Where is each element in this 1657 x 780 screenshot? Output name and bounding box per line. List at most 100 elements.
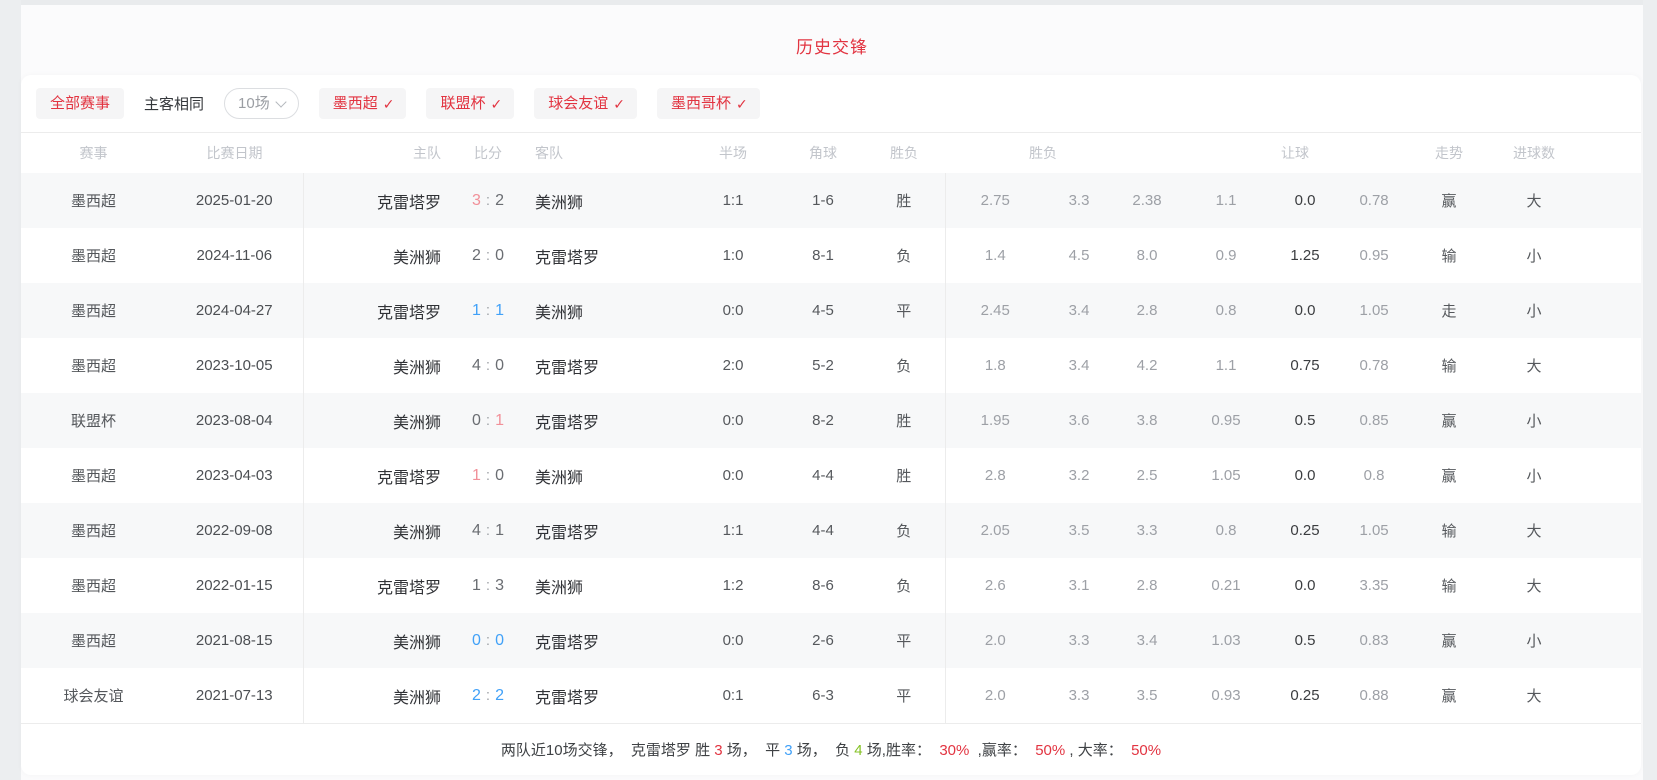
- cell-spacer: [1579, 613, 1641, 668]
- cell-odds-2: 8.0: [1113, 228, 1181, 283]
- cell-corners: 8-1: [783, 228, 863, 283]
- cell-handicap-0: 0.93: [1181, 668, 1271, 723]
- cell-corners: 4-5: [783, 283, 863, 338]
- cell-handicap-0: 0.95: [1181, 393, 1271, 448]
- cell-halftime: 1:1: [683, 173, 783, 228]
- cell-handicap-0: 1.05: [1181, 448, 1271, 503]
- cell-league: 墨西超: [21, 558, 166, 613]
- cell-date: 2023-10-05: [166, 338, 303, 393]
- summary-text: 两队近10场交锋， 克雷塔罗 胜 3 场， 平 3 场， 负 4 场,胜率： 3…: [501, 739, 1161, 760]
- col-header-spacer: [1579, 133, 1641, 173]
- cell-trend: 赢: [1409, 613, 1489, 668]
- away-score: 2: [495, 687, 504, 704]
- cell-date: 2023-04-03: [166, 448, 303, 503]
- cell-spacer: [1579, 283, 1641, 338]
- cell-league: 球会友谊: [21, 668, 166, 723]
- cell-home-team: 克雷塔罗: [303, 283, 453, 338]
- cell-away-team: 克雷塔罗: [523, 338, 683, 393]
- cell-odds-2: 2.5: [1113, 448, 1181, 503]
- cell-home-team: 美洲狮: [303, 503, 453, 558]
- cell-spacer: [1579, 503, 1641, 558]
- cell-halftime: 0:0: [683, 448, 783, 503]
- cell-odds-0: 2.6: [945, 558, 1045, 613]
- away-score: 3: [495, 577, 504, 594]
- cell-odds-1: 3.3: [1045, 613, 1113, 668]
- match-count-value: 10场: [238, 96, 270, 111]
- cell-goals: 大: [1489, 338, 1579, 393]
- cell-handicap-2: 0.85: [1339, 393, 1409, 448]
- cell-odds-1: 3.6: [1045, 393, 1113, 448]
- cell-away-team: 美洲狮: [523, 558, 683, 613]
- page-title: 历史交锋: [21, 5, 1643, 75]
- summary-bar: 两队近10场交锋， 克雷塔罗 胜 3 场， 平 3 场， 负 4 场,胜率： 3…: [21, 723, 1641, 775]
- summary-segment: 30%: [939, 742, 969, 759]
- cell-score: 4:1: [453, 503, 523, 558]
- cell-handicap-1: 0.0: [1271, 173, 1339, 228]
- cell-score: 2:2: [453, 668, 523, 723]
- cell-trend: 输: [1409, 338, 1489, 393]
- cell-trend: 输: [1409, 558, 1489, 613]
- check-icon: ✓: [490, 97, 502, 111]
- cell-date: 2024-11-06: [166, 228, 303, 283]
- cell-date: 2023-08-04: [166, 393, 303, 448]
- cell-goals: 小: [1489, 448, 1579, 503]
- league-filter-button[interactable]: 墨西超✓: [319, 88, 407, 119]
- cell-league: 墨西超: [21, 503, 166, 558]
- cell-odds-1: 3.5: [1045, 503, 1113, 558]
- cell-spacer: [1579, 393, 1641, 448]
- summary-segment: 3: [714, 742, 722, 759]
- cell-handicap-0: 1.1: [1181, 173, 1271, 228]
- cell-home-team: 美洲狮: [303, 393, 453, 448]
- cell-spacer: [1579, 338, 1641, 393]
- match-row: 球会友谊2021-07-13美洲狮2:2克雷塔罗0:16-3平2.03.33.5…: [21, 668, 1641, 723]
- cell-odds-1: 3.4: [1045, 338, 1113, 393]
- league-filters: 墨西超✓联盟杯✓球会友谊✓墨西哥杯✓: [319, 88, 760, 119]
- cell-home-team: 克雷塔罗: [303, 448, 453, 503]
- chevron-down-icon: [275, 96, 286, 107]
- cell-handicap-1: 0.0: [1271, 283, 1339, 338]
- cell-home-team: 美洲狮: [303, 338, 453, 393]
- summary-segment: , 大率：: [1065, 742, 1131, 759]
- home-score: 0: [472, 412, 481, 429]
- cell-odds-2: 3.3: [1113, 503, 1181, 558]
- all-events-button[interactable]: 全部赛事: [36, 88, 124, 119]
- cell-result: 胜: [863, 448, 945, 503]
- cell-odds-1: 3.2: [1045, 448, 1113, 503]
- cell-corners: 4-4: [783, 448, 863, 503]
- cell-trend: 赢: [1409, 668, 1489, 723]
- score-colon: :: [486, 687, 490, 704]
- match-count-select[interactable]: 10场: [224, 88, 299, 119]
- cell-home-team: 克雷塔罗: [303, 173, 453, 228]
- cell-goals: 大: [1489, 173, 1579, 228]
- score-colon: :: [486, 467, 490, 484]
- match-row: 墨西超2023-10-05美洲狮4:0克雷塔罗2:05-2负1.83.44.21…: [21, 338, 1641, 393]
- away-score: 1: [495, 412, 504, 429]
- cell-league: 墨西超: [21, 448, 166, 503]
- table-header-row: 赛事 比赛日期 主队 比分 客队 半场 角球 胜负 胜负 让球 走势 进球数: [21, 133, 1641, 173]
- cell-result: 平: [863, 283, 945, 338]
- cell-corners: 8-6: [783, 558, 863, 613]
- cell-handicap-1: 0.5: [1271, 613, 1339, 668]
- summary-segment: 50%: [1131, 742, 1161, 759]
- score-colon: :: [486, 192, 490, 209]
- match-row: 联盟杯2023-08-04美洲狮0:1克雷塔罗0:08-2胜1.953.63.8…: [21, 393, 1641, 448]
- summary-segment: 4: [854, 742, 862, 759]
- league-filter-label: 球会友谊: [548, 96, 608, 111]
- league-filter-button[interactable]: 球会友谊✓: [534, 88, 637, 119]
- cell-score: 1:0: [453, 448, 523, 503]
- cell-trend: 赢: [1409, 393, 1489, 448]
- cell-handicap-0: 0.9: [1181, 228, 1271, 283]
- cell-corners: 4-4: [783, 503, 863, 558]
- cell-score: 1:1: [453, 283, 523, 338]
- cell-handicap-0: 1.1: [1181, 338, 1271, 393]
- col-header-handicap-group: 让球: [1181, 133, 1409, 173]
- league-filter-button[interactable]: 墨西哥杯✓: [657, 88, 760, 119]
- cell-handicap-1: 0.25: [1271, 503, 1339, 558]
- summary-segment: 场,胜率：: [863, 742, 940, 759]
- league-filter-button[interactable]: 联盟杯✓: [426, 88, 514, 119]
- summary-segment: ,赢率：: [969, 742, 1035, 759]
- cell-handicap-1: 1.25: [1271, 228, 1339, 283]
- cell-odds-2: 2.38: [1113, 173, 1181, 228]
- cell-goals: 小: [1489, 228, 1579, 283]
- match-row: 墨西超2025-01-20克雷塔罗3:2美洲狮1:11-6胜2.753.32.3…: [21, 173, 1641, 228]
